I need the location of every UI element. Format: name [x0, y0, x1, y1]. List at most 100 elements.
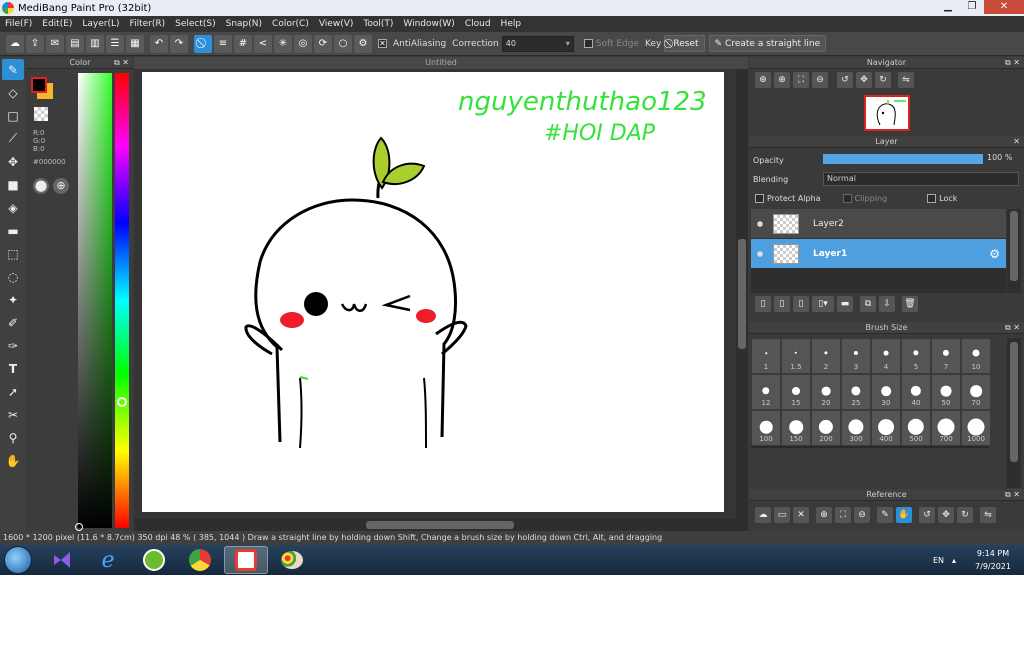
ref-rotate-reset-icon[interactable]: ✥ — [938, 507, 954, 523]
gradient-tool-icon[interactable]: ▬ — [2, 220, 24, 241]
blending-select[interactable]: Normal — [823, 172, 1019, 186]
brush-size-cell[interactable]: 7 — [931, 338, 961, 374]
brush-size-cell[interactable]: 15 — [781, 374, 811, 410]
brush-size-cell[interactable]: 70 — [961, 374, 991, 410]
clipping-checkbox[interactable] — [842, 194, 852, 203]
navigator-preview[interactable] — [864, 95, 910, 131]
select-eraser-tool-icon[interactable]: ✑ — [2, 335, 24, 356]
reset-button[interactable]: ⃠Reset — [664, 35, 705, 52]
zoom-in-icon[interactable]: ⊕ — [755, 72, 771, 88]
straight-line-button[interactable]: ✎ Create a straight line — [708, 35, 827, 52]
folder-icon[interactable]: ▬ — [837, 296, 853, 312]
new-layer-icon[interactable]: ▯ — [755, 296, 771, 312]
line-tool-icon[interactable]: ⟋ — [2, 128, 24, 149]
text-tool-icon[interactable]: T — [2, 358, 24, 379]
brush-size-cell[interactable]: 50 — [931, 374, 961, 410]
brush-size-cell[interactable]: 4 — [871, 338, 901, 374]
brush-size-cell[interactable]: 5 — [901, 338, 931, 374]
paint-icon[interactable] — [270, 546, 314, 574]
ref-zoom-in-icon[interactable]: ⊕ — [816, 507, 832, 523]
canvas-horizontal-scrollbar[interactable] — [134, 519, 736, 531]
menu-filter[interactable]: Filter(R) — [125, 19, 171, 29]
document-tab[interactable]: Untitled — [134, 57, 748, 69]
page-icon[interactable]: ▤ — [66, 34, 84, 53]
brush-tool-icon[interactable]: ✎ — [2, 59, 24, 80]
flip-icon[interactable]: ⇋ — [898, 72, 914, 88]
chrome-icon[interactable] — [178, 546, 222, 574]
magic-wand-tool-icon[interactable]: ✦ — [2, 289, 24, 310]
language-indicator[interactable]: EN — [933, 556, 944, 565]
lock-checkbox[interactable] — [927, 194, 937, 203]
ref-rotate-left-icon[interactable]: ↺ — [919, 507, 935, 523]
layer-row-layer1[interactable]: Layer1 ⚙ — [751, 239, 1006, 269]
brush-size-cell[interactable]: 12 — [751, 374, 781, 410]
brush-scroll-thumb[interactable] — [1010, 342, 1018, 462]
brush-size-cell[interactable]: 1.5 — [781, 338, 811, 374]
vanishing-point-icon[interactable]: < — [254, 34, 272, 53]
ref-hand-icon[interactable]: ✋ — [896, 507, 912, 523]
layer-scroll-thumb[interactable] — [1010, 211, 1018, 281]
select-rect-tool-icon[interactable]: ⬚ — [2, 243, 24, 264]
brush-size-cell[interactable]: 300 — [841, 410, 871, 446]
menu-select[interactable]: Select(S) — [170, 19, 221, 29]
eraser-tool-icon[interactable]: ◇ — [2, 82, 24, 103]
brush-size-cell[interactable]: 150 — [781, 410, 811, 446]
correction-select[interactable]: 40 — [501, 35, 574, 52]
new-8bit-layer-icon[interactable]: ▯ — [793, 296, 809, 312]
soft-edge-checkbox[interactable] — [583, 38, 593, 48]
foreground-color-swatch[interactable] — [31, 77, 47, 93]
sv-cursor[interactable] — [75, 523, 83, 531]
curve-snap-icon[interactable]: ⟳ — [314, 34, 332, 53]
brush-size-cell[interactable]: 1 — [751, 338, 781, 374]
open-folder-icon[interactable]: ▭ — [774, 507, 790, 523]
dot-tool-icon[interactable]: □ — [2, 105, 24, 126]
comment-icon[interactable]: ✉ — [46, 34, 64, 53]
menu-edit[interactable]: Edit(E) — [37, 19, 77, 29]
close-reference-icon[interactable]: ✕ — [793, 507, 809, 523]
merge-layer-icon[interactable]: ⇩ — [879, 296, 895, 312]
document-icon[interactable]: ▥ — [86, 34, 104, 53]
ref-flip-icon[interactable]: ⇋ — [980, 507, 996, 523]
clock[interactable]: 9:14 PM 7/9/2021 — [962, 547, 1024, 573]
menu-snap[interactable]: Snap(N) — [221, 19, 267, 29]
menu-color[interactable]: Color(C) — [267, 19, 314, 29]
cloud-icon[interactable]: ☁ — [6, 34, 24, 53]
visibility-eye-icon[interactable] — [757, 220, 763, 227]
hue-slider-knob[interactable] — [117, 397, 127, 407]
layer-row-layer2[interactable]: Layer2 — [751, 209, 1006, 239]
brush-size-cell[interactable]: 700 — [931, 410, 961, 446]
brush-size-cell[interactable]: 40 — [901, 374, 931, 410]
brush-size-close-icon[interactable]: ⧉ ✕ — [1005, 322, 1020, 334]
menu-layer[interactable]: Layer(L) — [77, 19, 124, 29]
palette-add-icon[interactable]: ⊕ — [53, 178, 69, 194]
ref-rotate-right-icon[interactable]: ↻ — [957, 507, 973, 523]
hue-slider[interactable] — [115, 73, 129, 528]
opacity-slider[interactable] — [823, 154, 983, 164]
layer-scrollbar[interactable] — [1007, 209, 1021, 293]
brush-size-cell[interactable]: 25 — [841, 374, 871, 410]
snap-settings-icon[interactable]: ⚙ — [354, 34, 372, 53]
parallel-snap-icon[interactable]: ≡ — [214, 34, 232, 53]
close-button[interactable]: ✕ — [984, 0, 1024, 14]
layer-settings-gear-icon[interactable]: ⚙ — [989, 247, 1000, 261]
horizontal-scroll-thumb[interactable] — [366, 521, 514, 529]
start-button-icon[interactable] — [4, 546, 32, 574]
tray-expand-icon[interactable]: ▴ — [952, 556, 956, 565]
zoom-out-icon[interactable]: ⊖ — [812, 72, 828, 88]
menu-tool[interactable]: Tool(T) — [358, 19, 398, 29]
delete-layer-icon[interactable]: 🗑 — [902, 296, 918, 312]
circle-snap-icon[interactable]: ◎ — [294, 34, 312, 53]
redo-icon[interactable]: ↷ — [170, 34, 188, 53]
undo-icon[interactable]: ↶ — [150, 34, 168, 53]
brush-size-cell[interactable]: 400 — [871, 410, 901, 446]
move-tool-icon[interactable]: ✥ — [2, 151, 24, 172]
drawing-canvas[interactable]: nguyenthuthao123 #HOI DAP — [142, 72, 724, 512]
saturation-value-picker[interactable] — [78, 73, 112, 528]
menu-window[interactable]: Window(W) — [398, 19, 459, 29]
export-icon[interactable]: ⇪ — [26, 34, 44, 53]
cloud-import-icon[interactable]: ☁ — [755, 507, 771, 523]
duplicate-layer-icon[interactable]: ⧉ — [860, 296, 876, 312]
medibang-taskbar-icon[interactable] — [224, 546, 268, 574]
ref-fit-icon[interactable]: ⛶ — [835, 507, 851, 523]
reference-close-icon[interactable]: ⧉ ✕ — [1005, 489, 1020, 501]
